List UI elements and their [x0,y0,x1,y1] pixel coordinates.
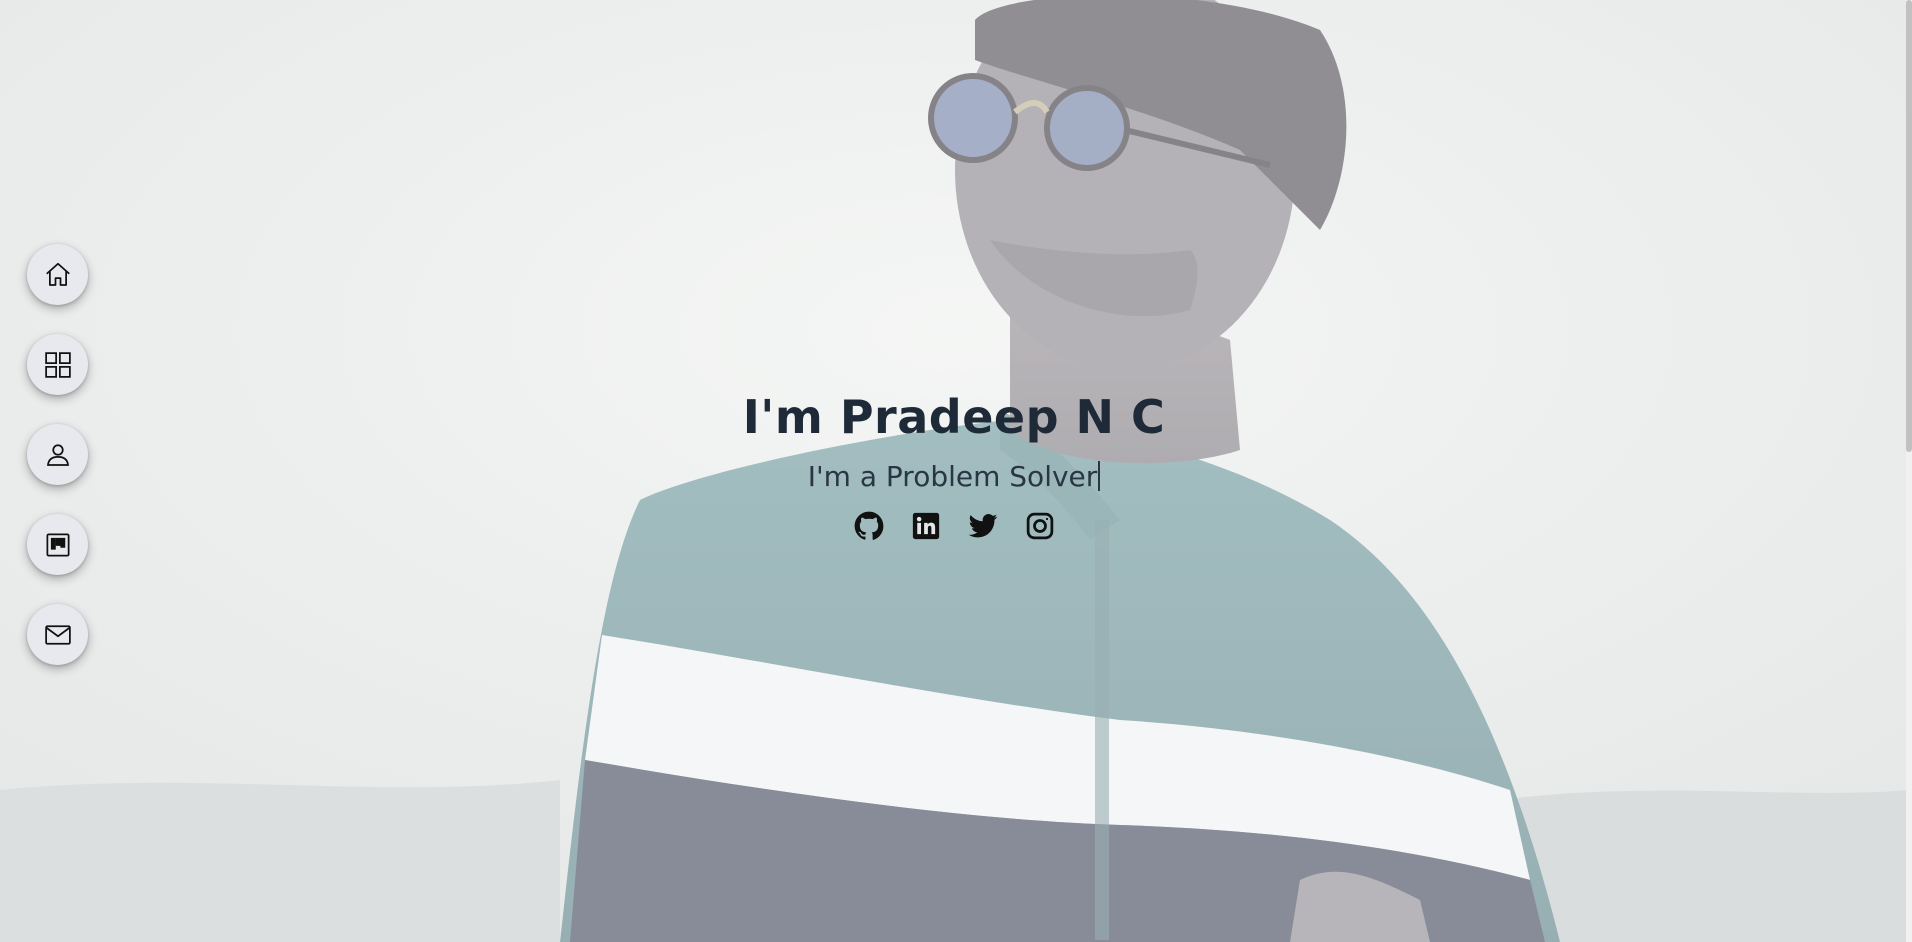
hero-subtitle: I'm a Problem Solver [0,455,1908,499]
page: I'm Pradeep N C I'm a Problem Solver [0,0,1912,942]
nav-contact-button[interactable] [27,604,88,665]
mail-icon [44,624,71,645]
hero-content: I'm Pradeep N C I'm a Problem Solver [0,385,1908,541]
github-link[interactable] [854,511,884,541]
github-icon [854,511,883,540]
nav-home-button[interactable] [27,244,88,305]
typed-cursor [1098,461,1101,491]
linkedin-link[interactable] [911,511,941,541]
twitter-icon [968,513,997,538]
linkedin-icon [912,512,939,540]
instagram-link[interactable] [1025,511,1055,541]
typed-text: I'm a Problem Solver [807,460,1098,493]
instagram-icon [1026,512,1053,540]
home-icon [45,262,70,286]
hero-title: I'm Pradeep N C [742,390,1166,444]
grid-icon [44,351,71,378]
social-links [0,511,1908,541]
twitter-link[interactable] [968,511,998,541]
